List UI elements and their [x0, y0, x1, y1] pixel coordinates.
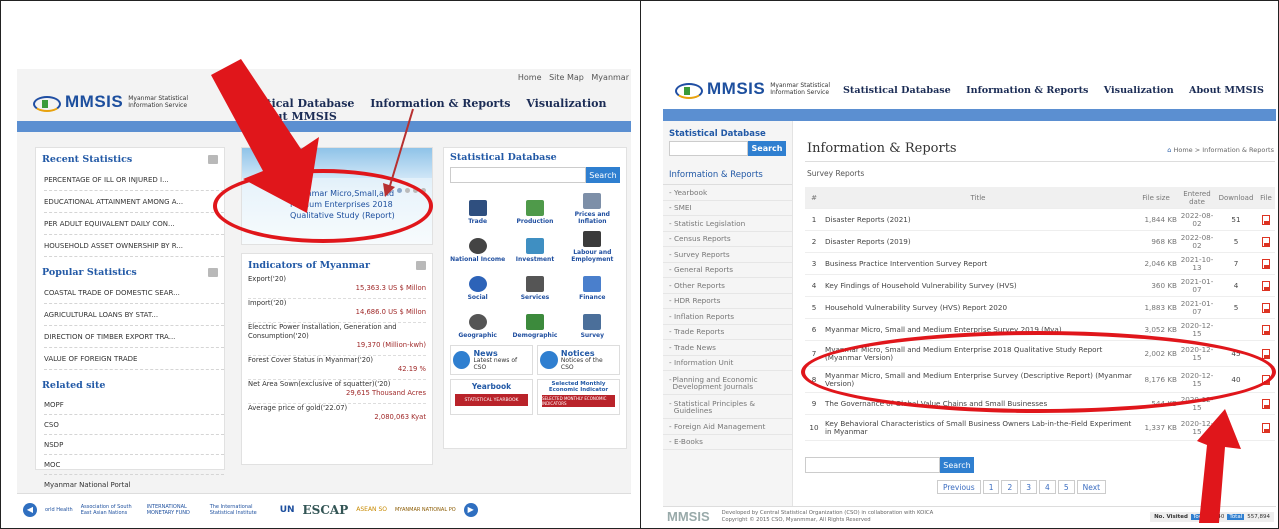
right-screenshot-panel: MMSIS Myanmar Statistical Information Se… — [640, 0, 1279, 529]
big-arrow-icon — [211, 59, 319, 213]
left-screenshot-panel: Home Site Map Myanmar MMSIS Myanmar Stat… — [0, 0, 641, 529]
annotation-arrows — [1197, 409, 1241, 523]
big-arrow-icon — [1197, 409, 1241, 523]
thin-arrow-icon — [388, 108, 414, 190]
annotation-arrows — [211, 59, 414, 213]
thin-arrow-head-icon — [383, 183, 395, 197]
